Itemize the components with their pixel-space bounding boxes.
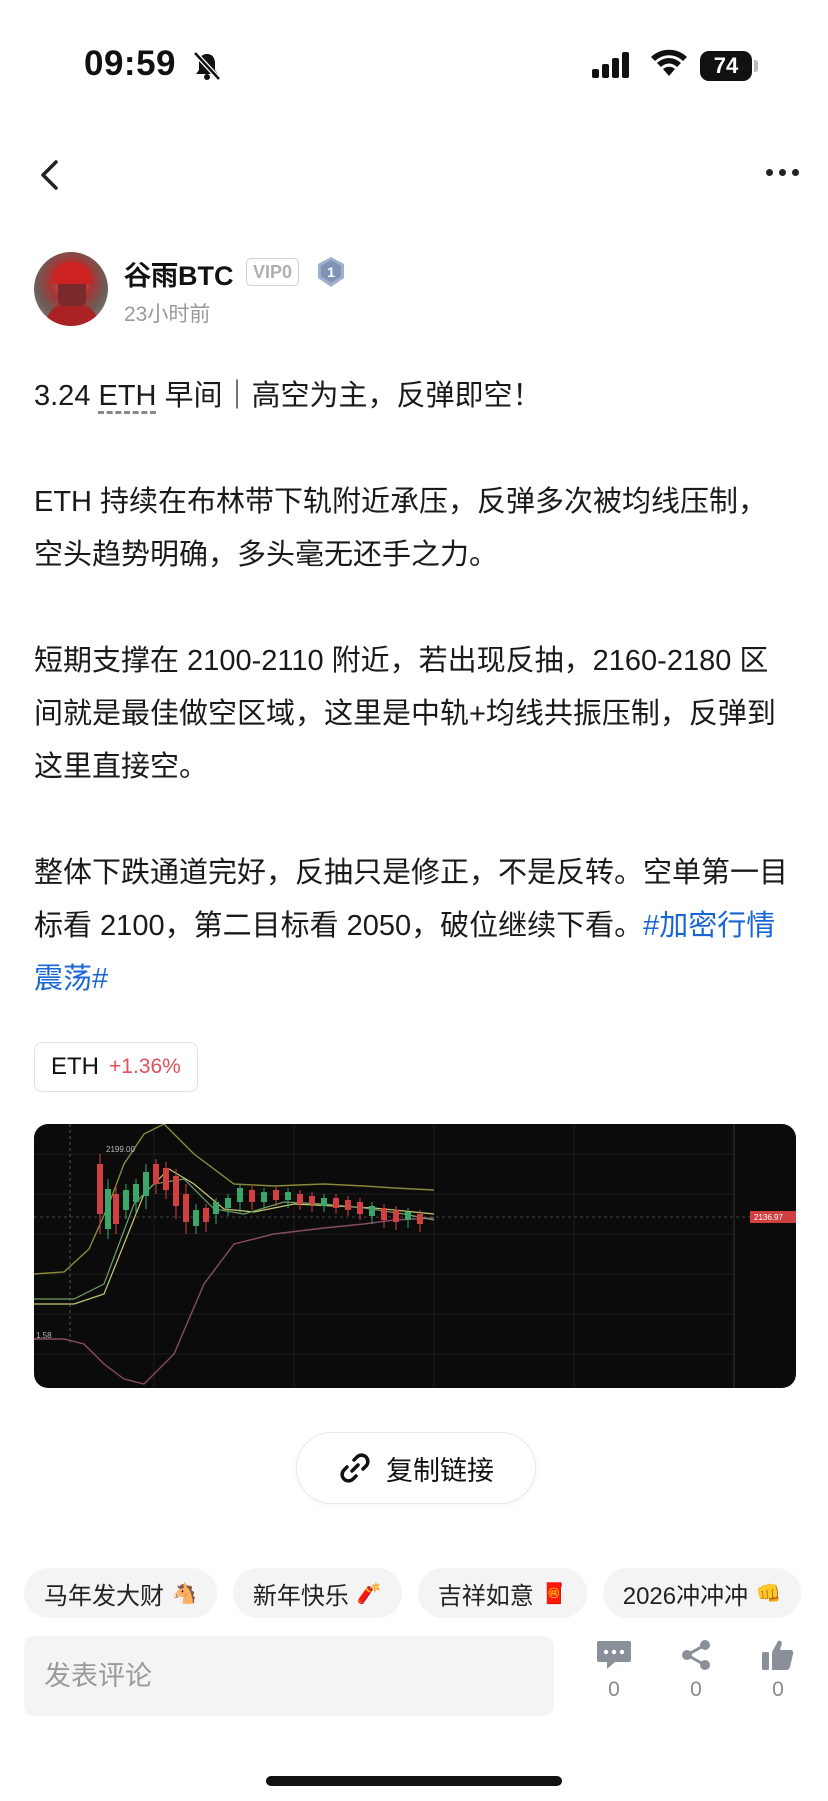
quick-reply-chip[interactable]: 2026冲冲冲 👊 — [602, 1568, 802, 1618]
copy-link-button[interactable]: 复制链接 — [296, 1432, 536, 1504]
post-time: 23小时前 — [124, 303, 211, 326]
post-paragraph-1: ETH 持续在布林带下轨附近承压，反弹多次被均线压制，空头趋势明确，多头毫无还手… — [34, 486, 768, 571]
bell-muted-icon — [193, 51, 221, 81]
ticker-change: +1.36% — [109, 1055, 181, 1078]
level-shield-icon: 1 — [318, 257, 344, 287]
quick-reply-chip[interactable]: 吉祥如意 🧧 — [417, 1568, 587, 1618]
chart-current-price-label: 2136.97 — [754, 1213, 783, 1222]
back-arrow-icon[interactable] — [34, 156, 64, 194]
status-bar: 09:59 74 — [0, 0, 828, 120]
horse-emoji-icon: 🐴 — [172, 1582, 197, 1605]
link-icon — [340, 1453, 370, 1483]
like-count: 0 — [772, 1678, 784, 1701]
battery-indicator: 74 — [700, 51, 752, 81]
wifi-icon — [651, 49, 687, 76]
comment-bubble-icon — [597, 1641, 631, 1669]
status-time: 09:59 — [84, 44, 177, 83]
like-action[interactable]: 0 — [750, 1638, 806, 1702]
post-paragraph-3: 整体下跌通道完好，反抽只是修正，不是反转。空单第一目标看 2100，第二目标看 … — [34, 857, 789, 995]
vip-badge: VIP0 — [246, 258, 300, 286]
battery-tip — [754, 60, 758, 72]
copy-link-label: 复制链接 — [386, 1455, 494, 1486]
thumbs-up-icon — [762, 1640, 794, 1670]
comment-count: 0 — [608, 1678, 620, 1701]
post-paragraph-2: 短期支撑在 2100-2110 附近，若出现反抽，2160-2180 区间就是最… — [34, 645, 776, 783]
share-action[interactable]: 0 — [668, 1638, 724, 1702]
chart-graphic: 2199.00 2136.97 1.58 — [34, 1124, 796, 1388]
comment-bar: 0 0 0 — [24, 1636, 804, 1716]
chart-left-label: 1.58 — [36, 1331, 52, 1340]
chart-image[interactable]: 2199.00 2136.97 1.58 — [34, 1124, 796, 1388]
avatar[interactable] — [34, 252, 108, 326]
top-nav — [0, 140, 828, 210]
eth-token-link[interactable]: ETH — [99, 380, 157, 412]
share-icon — [682, 1640, 710, 1670]
firecracker-emoji-icon: 🧨 — [356, 1582, 382, 1605]
comment-input[interactable] — [24, 1636, 554, 1716]
post-title: 3.24 ETH 早间｜高空为主，反弹即空！ — [34, 380, 542, 412]
author-header: 谷雨BTC VIP0 1 23小时前 — [34, 252, 794, 332]
comment-action[interactable]: 0 — [586, 1638, 642, 1702]
ticker-symbol: ETH — [51, 1053, 99, 1080]
more-options-icon[interactable] — [766, 169, 799, 176]
quick-reply-bar: 马年发大财 🐴 新年快乐 🧨 吉祥如意 🧧 2026冲冲冲 👊 — [24, 1568, 828, 1618]
level-number: 1 — [327, 264, 335, 280]
fist-emoji-icon: 👊 — [756, 1582, 782, 1605]
chart-top-price-label: 2199.00 — [106, 1145, 135, 1154]
quick-reply-chip[interactable]: 新年快乐 🧨 — [232, 1568, 402, 1618]
cellular-signal-icon — [592, 52, 629, 78]
quick-reply-chip[interactable]: 马年发大财 🐴 — [24, 1568, 217, 1618]
post-body: 3.24 ETH 早间｜高空为主，反弹即空！ ETH 持续在布林带下轨附近承压，… — [34, 370, 794, 1006]
share-count: 0 — [690, 1678, 702, 1701]
red-envelope-emoji-icon: 🧧 — [541, 1582, 567, 1605]
ticker-chip[interactable]: ETH +1.36% — [34, 1042, 198, 1092]
author-name[interactable]: 谷雨BTC — [124, 254, 234, 293]
home-indicator — [266, 1776, 562, 1786]
